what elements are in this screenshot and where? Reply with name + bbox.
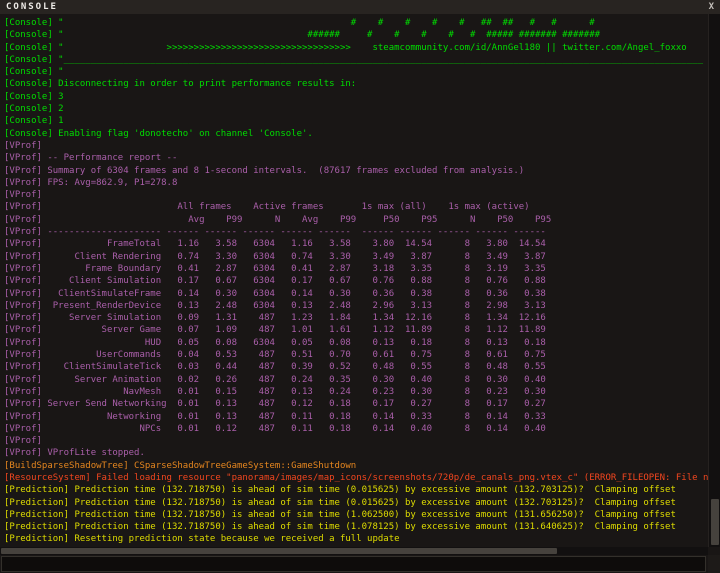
console-line: [VProf] Avg P99 N Avg P99 P50 P95 N P50 … (4, 214, 708, 226)
console-line: [VProf] ClientSimulateTick 0.03 0.44 487… (4, 361, 708, 373)
console-line: [Console] 1 (4, 115, 708, 127)
vertical-scrollbar[interactable] (708, 14, 720, 547)
horizontal-scrollbar-thumb[interactable] (1, 548, 557, 554)
close-button[interactable]: X (709, 2, 714, 12)
console-line: [Console] 3 (4, 91, 708, 103)
titlebar[interactable]: CONSOLE X (0, 0, 720, 14)
console-output[interactable]: [Console] " # # # # # ## ## # # #[Consol… (0, 14, 708, 547)
console-line: [Console] " >>>>>>>>>>>>>>>>>>>>>>>>>>>>… (4, 42, 708, 54)
console-line: [BuildSparseShadowTree] CSparseShadowTre… (4, 460, 708, 472)
horizontal-scrollbar[interactable] (0, 547, 708, 555)
console-line: [Console] 2 (4, 103, 708, 115)
console-line: [VProf] Present_RenderDevice 0.13 2.48 6… (4, 300, 708, 312)
console-line: [Prediction] Resetting prediction state … (4, 533, 708, 545)
console-line: [VProf] VProfLite stopped. (4, 447, 708, 459)
console-line: [Prediction] Prediction time (132.718750… (4, 509, 708, 521)
console-line: [ResourceSystem] Failed loading resource… (4, 472, 708, 484)
vertical-scrollbar-thumb[interactable] (711, 499, 719, 545)
console-line: [VProf] NPCs 0.01 0.12 487 0.11 0.18 0.1… (4, 423, 708, 435)
console-line: [Console] "_____________________________… (4, 54, 708, 66)
console-line: [VProf] Client Simulation 0.17 0.67 6304… (4, 275, 708, 287)
console-line: [VProf] Server Simulation 0.09 1.31 487 … (4, 312, 708, 324)
console-line: [VProf] FrameTotal 1.16 3.58 6304 1.16 3… (4, 238, 708, 250)
console-line: [VProf] ClientSimulateFrame 0.14 0.30 63… (4, 288, 708, 300)
console-line: [Prediction] Prediction time (132.718750… (4, 497, 708, 509)
console-line: [VProf] (4, 189, 708, 201)
console-line: [Prediction] Prediction time (132.718750… (4, 484, 708, 496)
console-window: CONSOLE X [Console] " # # # # # ## ## # … (0, 0, 720, 573)
console-line: [VProf] NavMesh 0.01 0.15 487 0.13 0.24 … (4, 386, 708, 398)
console-line: [VProf] Client Rendering 0.74 3.30 6304 … (4, 251, 708, 263)
console-line: [VProf] Server Animation 0.02 0.26 487 0… (4, 374, 708, 386)
console-line: [VProf] Summary of 6304 frames and 8 1-s… (4, 165, 708, 177)
console-line: [VProf] HUD 0.05 0.08 6304 0.05 0.08 0.1… (4, 337, 708, 349)
console-line: [VProf] -- Performance report -- (4, 152, 708, 164)
console-line: [VProf] UserCommands 0.04 0.53 487 0.51 … (4, 349, 708, 361)
console-line: [Prediction] Prediction time (132.718750… (4, 521, 708, 533)
console-line: [Console] " # # # # # ## ## # # # (4, 17, 708, 29)
console-line: [Console] Enabling flag 'donotecho' on c… (4, 128, 708, 140)
console-line: [VProf] Server Game 0.07 1.09 487 1.01 1… (4, 324, 708, 336)
console-line: [VProf] All frames Active frames 1s max … (4, 201, 708, 213)
command-input[interactable] (1, 556, 706, 572)
scrollbar-corner (708, 555, 720, 573)
console-line: [VProf] FPS: Avg=862.9, P1=278.8 (4, 177, 708, 189)
console-line: [Console] " (4, 66, 708, 78)
console-line: [VProf] Frame Boundary 0.41 2.87 6304 0.… (4, 263, 708, 275)
console-line: [Console] " ###### # # # # # ##### #####… (4, 29, 708, 41)
console-line: [VProf] (4, 435, 708, 447)
window-title: CONSOLE (6, 2, 58, 12)
console-line: [VProf] Networking 0.01 0.13 487 0.11 0.… (4, 411, 708, 423)
console-line: [VProf] (4, 140, 708, 152)
console-line: [Console] Disconnecting in order to prin… (4, 78, 708, 90)
console-line: [VProf] Server Send Networking 0.01 0.13… (4, 398, 708, 410)
console-line: [VProf] --------------------- ------ ---… (4, 226, 708, 238)
